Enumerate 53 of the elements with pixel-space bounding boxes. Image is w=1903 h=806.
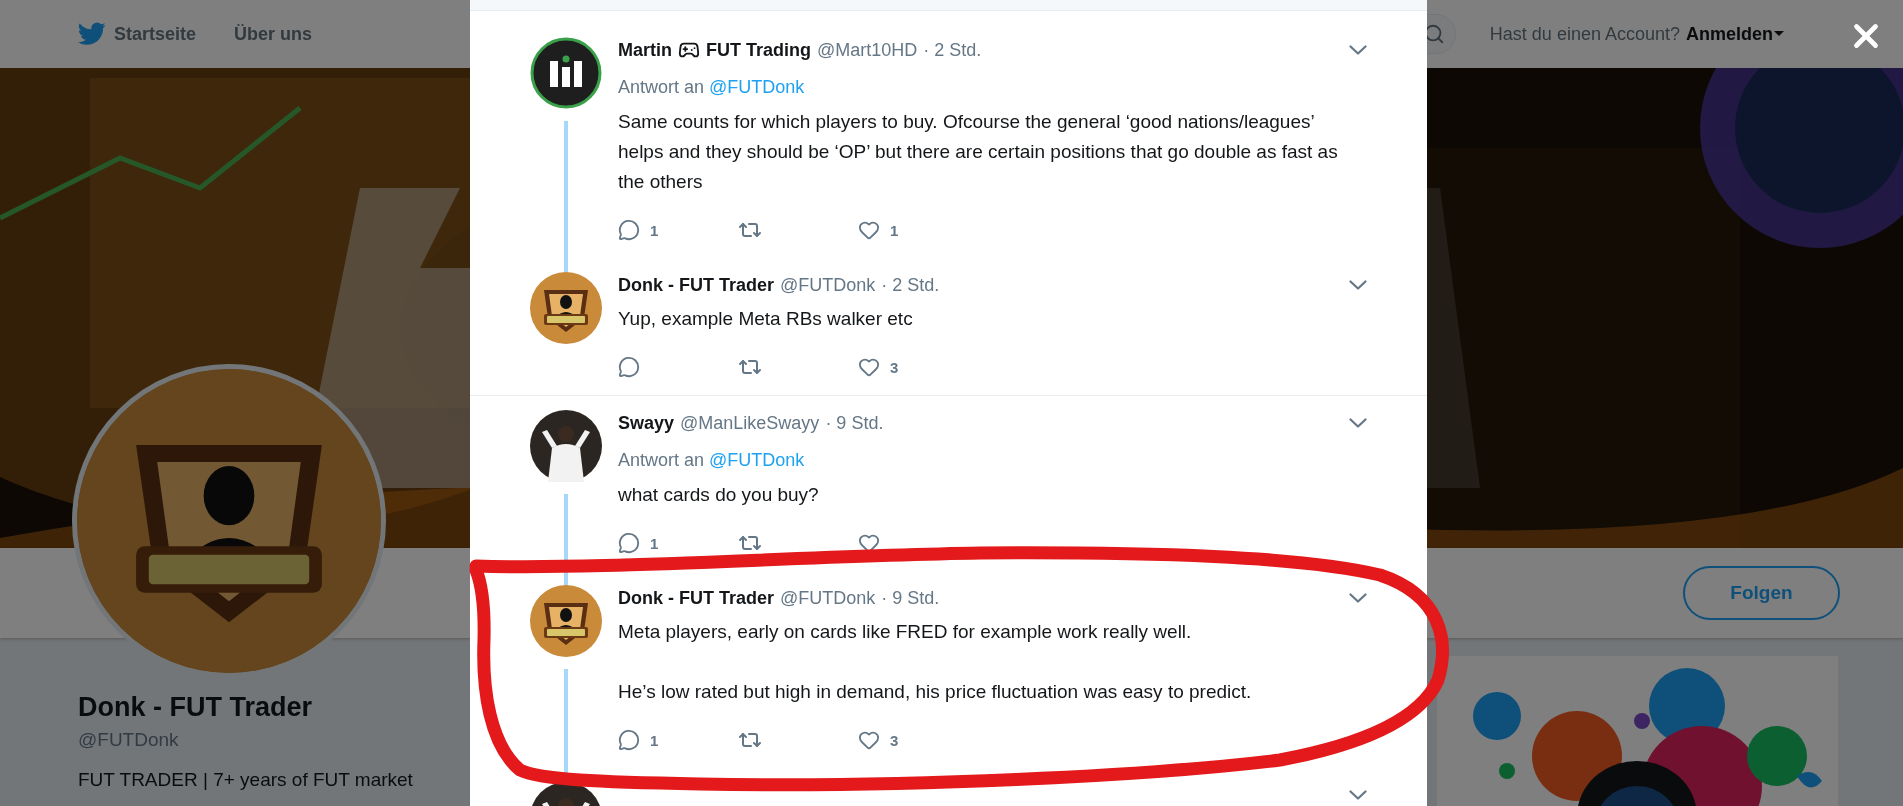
caret-icon [1773,30,1785,38]
tweet-text: Same counts for which players to buy. Ofcourse the general ‘good nations/leagues’ helps and they should be ‘OP’ but there are certain positions that go double as fast as the others [618,110,1339,194]
author-name[interactable]: Donk - FUT Trader [618,587,774,609]
tweet-time[interactable]: · 9 Std. [881,587,940,609]
account-prompt: Hast du einen Account? [1489,23,1680,45]
tweet-text: Meta players, early on cards like FRED for example work really well. [618,620,1193,644]
chevron-down-icon[interactable] [1349,593,1367,603]
reply-count: 1 [650,731,659,749]
author-handle: @FUTDonk [780,587,876,609]
like-count: 3 [890,731,899,749]
bird-icon [78,22,106,46]
author-name[interactable]: Donk - FUT Trader [618,274,774,296]
tweet-time[interactable]: · 2 Std. [923,39,982,61]
avatar [530,585,602,657]
author-handle: @ManLikeSwayy [680,412,820,434]
chevron-down-icon[interactable] [1349,45,1367,55]
reply-button[interactable] [618,219,640,241]
tweet-time[interactable]: · 2 Std. [881,274,940,296]
reply-to: Antwort an @FUTDonk [618,449,806,472]
like-button[interactable] [858,729,880,751]
login-link[interactable]: Anmelden [1686,23,1785,45]
author-name[interactable]: Swayy [618,412,675,434]
avatar [530,37,602,109]
like-button[interactable] [858,219,880,241]
reply-to: Antwort an @FUTDonk [618,76,806,99]
tweet-text: what cards do you buy? [618,483,820,507]
mention-link[interactable]: @FUTDonk [709,450,805,470]
nav-link[interactable]: Startseite [78,22,197,46]
chevron-down-icon[interactable] [1349,280,1367,290]
chevron-down-icon[interactable] [1349,418,1367,428]
reply-button[interactable] [618,532,640,554]
profile-name: Donk - FUT Trader [78,691,314,724]
mention-link[interactable]: @FUTDonk [709,77,805,97]
like-button[interactable] [858,356,880,378]
reply-button[interactable] [618,356,640,378]
reply-count: 1 [650,221,659,239]
tweet-time[interactable]: · 9 Std. [825,412,884,434]
author-handle: @FUTDonk [780,274,876,296]
author-name[interactable]: Martin [618,39,672,61]
tweet-text: He’s low rated but high in demand, his price fluctuation was easy to predict. [618,680,1253,704]
profile-handle: @FUTDonk [78,728,180,752]
reply-button[interactable] [618,729,640,751]
tweet-text: Yup, example Meta RBs walker etc [618,307,914,331]
chevron-down-icon[interactable] [1349,790,1367,800]
author-handle: @Mart10HD [817,39,918,61]
reply-count: 1 [650,534,659,552]
like-count: 1 [890,221,899,239]
profile-bio: FUT TRADER | 7+ years of FUT market [78,768,413,792]
avatar [530,272,602,344]
nav-link[interactable]: Über uns [234,23,313,45]
like-count: 3 [890,358,899,376]
author-name[interactable]: FUT Trading [706,39,811,61]
avatar [530,410,602,482]
